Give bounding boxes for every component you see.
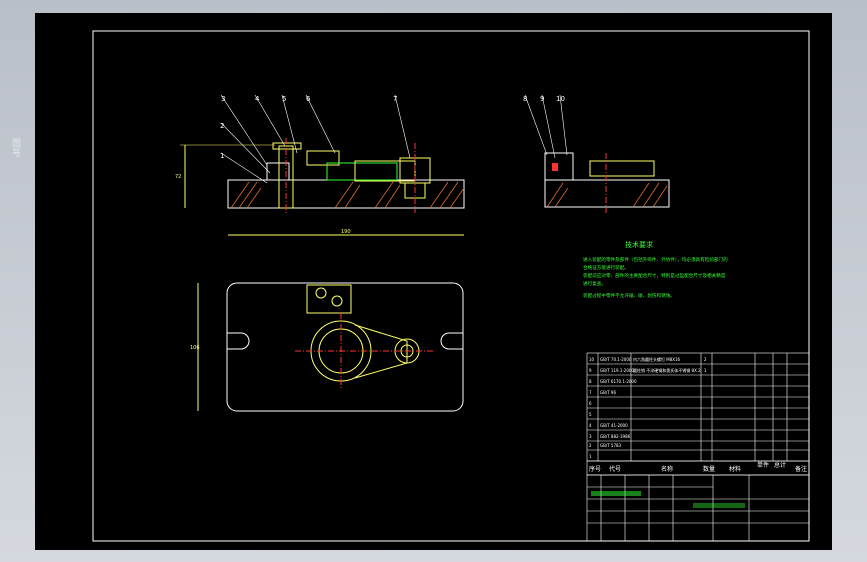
bom-no: 1: [589, 454, 592, 459]
header-name: 名称: [661, 465, 673, 473]
bom-code: GB/T 5783: [600, 443, 622, 448]
bom-qty: 1: [704, 368, 707, 373]
dim-length-text: 190: [341, 229, 351, 235]
side-block: [544, 152, 574, 181]
bom-code: GB/T 70.1-2000: [600, 357, 632, 362]
header-code: 代号: [609, 465, 621, 473]
side-lever: [589, 160, 655, 177]
cad-drawing: 72 190 3 4 5 6 7 2 1 8 9 10 106 技术要求 进入装…: [92, 30, 810, 542]
bom-code: GB/T 119.1-2000: [600, 368, 634, 373]
bom-no: 10: [589, 357, 595, 362]
slot-right: [440, 332, 463, 350]
tech-line: 装配过程中零件不允许磕、碰、划伤和锈蚀。: [583, 292, 675, 299]
side-base: [544, 179, 670, 208]
bom-name: 内六角圆柱头螺钉 M8X16: [633, 356, 681, 362]
balloon-8: 8: [523, 95, 527, 103]
bom-code: GB/T 96: [600, 390, 616, 395]
balloon-10: 10: [556, 95, 565, 103]
header-no: 序号: [589, 465, 601, 473]
top-view: 106: [190, 282, 464, 412]
bom-header: 序号 代号 名称 数量 材料 单件 总计 备注: [589, 461, 807, 473]
base-plate: [227, 179, 465, 209]
bom-name: 圆柱销 不淬硬钢和奥氏体不锈钢 8X 2: [633, 367, 701, 373]
top-plate: [226, 282, 464, 412]
hole-a: [315, 287, 327, 299]
balloon-4: 4: [255, 95, 260, 103]
balloon-5: 5: [282, 95, 286, 103]
side-hatch: [546, 182, 668, 208]
bom-code: GB/T 41-2000: [600, 423, 628, 428]
bom-no: 8: [589, 379, 592, 384]
bom-no: 9: [589, 368, 592, 373]
tech-lines: 进入装配的零件及部件（包括外购件、外协件），均必须具有检验部门的 合格证方能进行…: [583, 256, 728, 299]
tech-line: 进入装配的零件及部件（包括外购件、外协件），均必须具有检验部门的: [583, 256, 728, 263]
hole-b: [331, 295, 343, 307]
balloon-1: 1: [220, 152, 224, 160]
slot-left: [227, 332, 250, 350]
bom-code: GB/T 882-1986: [600, 434, 631, 439]
balloon-7: 7: [393, 95, 397, 103]
tech-line: 进行复查。: [583, 280, 606, 287]
balloon-2: 2: [220, 122, 224, 130]
header-unit: 单件: [757, 461, 769, 469]
front-view: 72 190: [175, 138, 465, 236]
top-block: [306, 284, 352, 314]
side-view: [544, 152, 670, 213]
bom-code: GB/T 6170.1-2000: [600, 379, 637, 384]
drawing-window: 72 190 3 4 5 6 7 2 1 8 9 10 106 技术要求 进入装…: [0, 0, 867, 562]
bom-qty: 2: [704, 357, 707, 362]
header-total: 总计: [774, 461, 786, 469]
header-note: 备注: [795, 465, 807, 473]
title-block-marks: [591, 491, 745, 508]
bom-rows: 10 GB/T 70.1-2000 内六角圆柱头螺钉 M8X16 2 9 GB/T 11…: [589, 356, 707, 459]
clamp-arm: [326, 162, 398, 181]
tech-title: 技术要求: [625, 240, 653, 249]
bom-no: 3: [589, 434, 592, 439]
balloon-9: 9: [540, 95, 544, 103]
leaders-front: [220, 94, 411, 184]
tech-line: 合格证方能进行装配。: [583, 264, 629, 271]
bom-no: 4: [589, 423, 592, 428]
balloon-6: 6: [306, 95, 311, 103]
bom-no: 7: [589, 390, 592, 395]
inner-border: [92, 30, 810, 542]
base-hatch: [230, 181, 465, 209]
leaders-side: [524, 94, 568, 159]
lever: [354, 160, 416, 182]
header-mat: 材料: [729, 465, 741, 473]
bom-no: 5: [589, 412, 592, 417]
header-qty: 数量: [703, 465, 715, 473]
sheet-side-label: 图号: [10, 138, 20, 158]
dim-width-text: 106: [190, 345, 200, 351]
tech-line: 装配前应对零、部件的主要配合尺寸，特别是过盈配合尺寸及相关精度: [583, 272, 726, 279]
bom-no: 6: [589, 401, 592, 406]
bom-no: 2: [589, 443, 592, 448]
side-pin: [552, 163, 558, 171]
drawing-sheet: 72 190 3 4 5 6 7 2 1 8 9 10 106 技术要求 进入装…: [35, 13, 832, 550]
balloon-3: 3: [221, 95, 225, 103]
dim-height-text: 72: [175, 174, 181, 180]
